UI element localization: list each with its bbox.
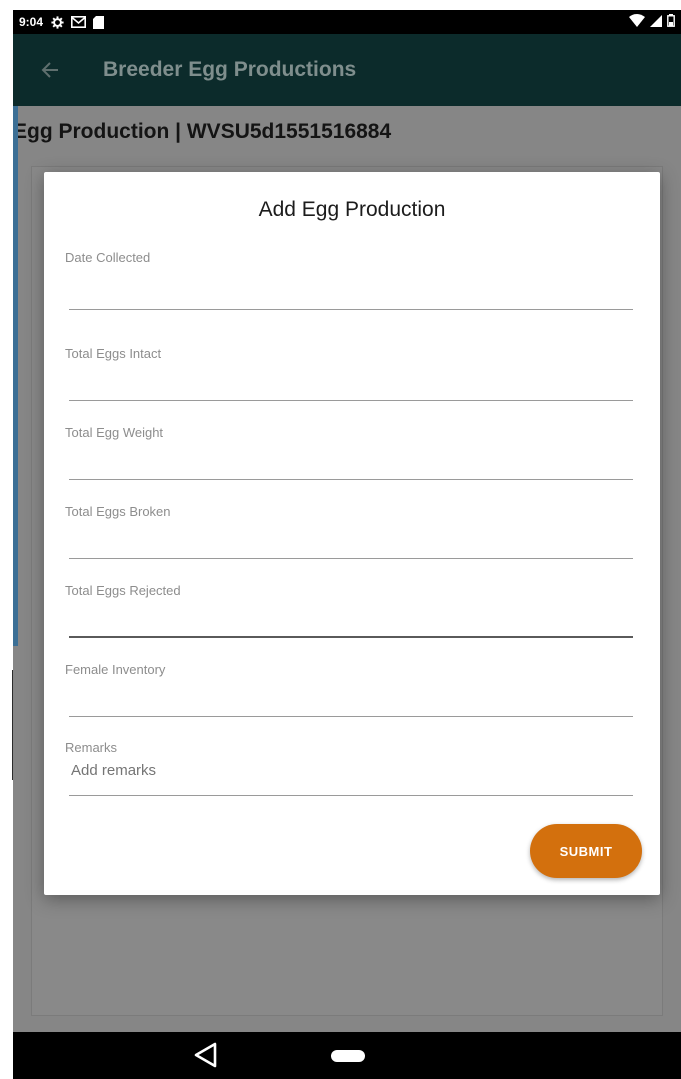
field-label: Total Eggs Broken [65,504,171,519]
device-screen: 9:04 Breeder Egg Productions Egg Product… [13,10,681,1079]
total-eggs-rejected-field[interactable]: Total Eggs Rejected [65,583,633,639]
total-eggs-broken-field[interactable]: Total Eggs Broken [65,504,633,560]
field-underline [69,558,633,559]
field-underline [69,479,633,480]
arrow-left-icon[interactable] [41,58,65,82]
page-title: Egg Production | WVSU5d1551516884 [13,120,392,143]
field-underline [69,400,633,401]
field-label: Total Eggs Intact [65,346,162,361]
date-collected-field[interactable]: Date Collected [65,250,633,312]
app-bar-title: Breeder Egg Productions [103,58,357,81]
female-inventory-field[interactable]: Female Inventory [65,662,633,718]
left-accent-bar [13,106,18,646]
field-label: Remarks [65,740,118,755]
wifi-icon [629,14,645,30]
field-underline [69,309,633,310]
field-underline [69,795,633,796]
mail-icon [71,16,87,28]
app-bar: Breeder Egg Productions [13,34,681,106]
nav-home-icon[interactable] [331,1050,365,1062]
field-label: Female Inventory [65,662,166,677]
field-underline [69,636,633,638]
nav-back-icon[interactable] [193,1042,219,1068]
total-egg-weight-field[interactable]: Total Egg Weight [65,425,633,481]
field-label: Date Collected [65,250,151,265]
total-eggs-intact-field[interactable]: Total Eggs Intact [65,346,633,402]
field-label: Total Egg Weight [65,425,164,440]
remarks-field: Remarks [65,740,633,798]
status-time: 9:04 [19,15,44,29]
signal-icon [650,14,662,30]
navigation-bar [13,1032,681,1079]
field-label: Total Eggs Rejected [65,583,181,598]
field-underline [69,716,633,717]
add-egg-production-dialog: Add Egg Production Date Collected Total … [44,172,660,895]
battery-icon [667,14,675,30]
sd-card-icon [93,15,105,29]
status-right [629,14,675,30]
submit-button[interactable]: SUBMIT [530,824,642,878]
status-bar: 9:04 [13,10,681,34]
gear-icon [51,15,64,29]
remarks-input[interactable] [71,762,571,779]
dialog-title: Add Egg Production [258,198,446,221]
